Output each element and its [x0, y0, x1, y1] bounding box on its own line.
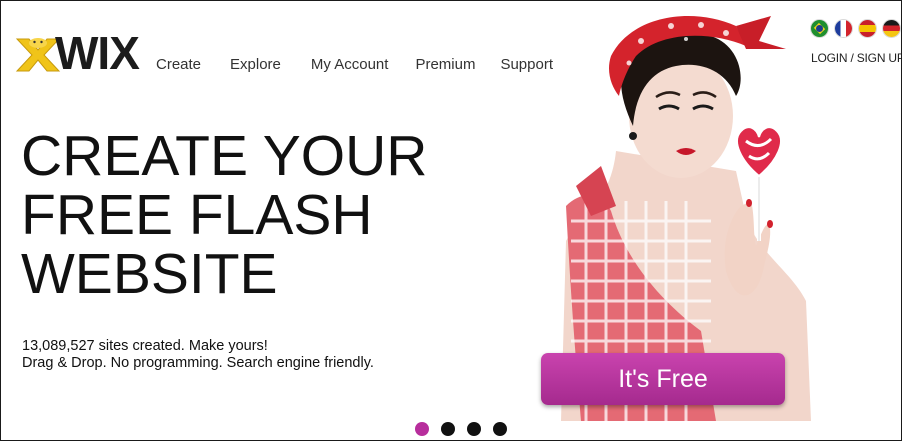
headline-line-2: FREE FLASH — [21, 183, 373, 247]
language-selector — [811, 20, 900, 37]
spain-flag-icon[interactable] — [859, 20, 876, 37]
login-signup-link[interactable]: LOGIN / SIGN UP — [811, 51, 901, 65]
germany-flag-icon[interactable] — [883, 20, 900, 37]
hero-subtext: 13,089,527 sites created. Make yours! Dr… — [22, 338, 374, 372]
headline-line-3: WEBSITE — [21, 242, 278, 306]
page-frame: WIX Create Explore My Account Premium Su… — [0, 0, 902, 441]
wix-logo[interactable]: WIX — [15, 27, 140, 79]
france-flag-icon[interactable] — [835, 20, 852, 37]
carousel-dot-2[interactable] — [441, 422, 455, 436]
brazil-flag-icon[interactable] — [811, 20, 828, 37]
hero-headline: CREATE YOUR FREE FLASH WEBSITE — [21, 127, 427, 304]
carousel-dot-3[interactable] — [467, 422, 481, 436]
headline-line-1: CREATE YOUR — [21, 124, 428, 188]
carousel-dot-1[interactable] — [415, 422, 429, 436]
features-text: Drag & Drop. No programming. Search engi… — [22, 355, 374, 371]
nav-premium[interactable]: Premium — [415, 56, 475, 73]
its-free-button[interactable]: It's Free — [541, 353, 785, 405]
nav-create[interactable]: Create — [156, 56, 201, 73]
sites-created-text: 13,089,527 sites created. Make yours! — [22, 338, 268, 354]
logo-text: WIX — [55, 27, 140, 79]
main-nav: Create Explore My Account Premium Suppor… — [156, 56, 553, 73]
carousel-dot-4[interactable] — [493, 422, 507, 436]
nav-explore[interactable]: Explore — [230, 56, 281, 73]
carousel-dots — [415, 422, 507, 436]
nav-my-account[interactable]: My Account — [311, 56, 389, 73]
